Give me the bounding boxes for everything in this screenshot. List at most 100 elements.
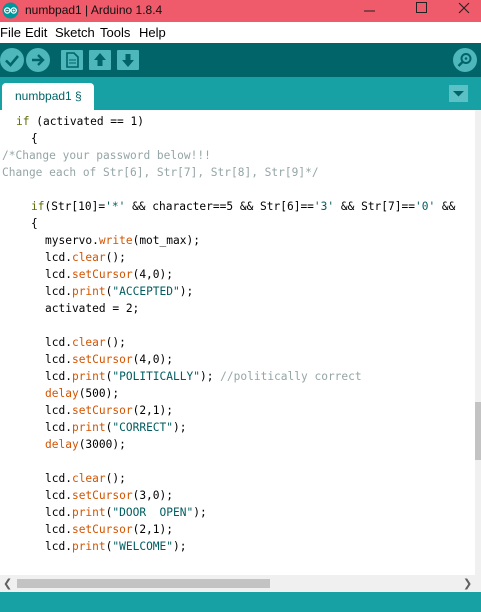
save-icon[interactable] [117,50,139,70]
upload-icon[interactable] [26,48,50,72]
tab-label: numbpad1 § [15,89,82,103]
code-token: (Str[10]= [44,200,106,213]
code-token: (3,0); [132,489,173,502]
code-token: '3' [313,200,335,213]
menu-sketch[interactable]: Sketch [55,25,95,40]
tab-menu-dropdown-icon[interactable] [449,85,468,102]
code-token: lcd. [45,268,72,281]
code-line: lcd.setCursor(2,1); [45,402,173,419]
code-token: myservo. [45,234,99,247]
code-token: "CORRECT" [112,421,174,434]
code-token: lcd. [45,421,72,434]
code-token: (); [105,251,126,264]
code-token: lcd. [45,523,72,536]
code-line: lcd.clear(); [45,249,126,266]
code-token: (mot_max); [132,234,200,247]
code-token: setCursor [71,523,133,536]
code-line: lcd.print("WELCOME"); [45,538,187,555]
code-token: ); [179,285,194,298]
code-token: delay [45,438,79,451]
code-token: "WELCOME" [112,540,174,553]
code-token: setCursor [71,489,133,502]
code-line: lcd.print("POLITICALLY"); //politically … [45,368,362,385]
menu-tools[interactable]: Tools [100,25,130,40]
code-token: ); [173,421,187,434]
verify-icon[interactable] [0,48,24,72]
code-token: lcd. [45,285,72,298]
scroll-left-icon[interactable]: ❮ [3,577,12,590]
code-token: lcd. [45,336,72,349]
code-token: (500); [78,387,120,400]
maximize-icon[interactable] [402,0,442,22]
menu-help[interactable]: Help [139,25,166,40]
code-token: lcd. [45,506,72,519]
code-token: && [435,200,456,213]
horizontal-scroll-thumb[interactable] [17,579,270,588]
code-token: lcd. [45,540,72,553]
code-token: print [71,540,106,553]
code-token: ); [199,370,221,383]
toolbar [0,43,481,77]
code-line: delay(500); [45,385,119,402]
code-editor[interactable]: if (activated == 1) {/*Change your passwo… [0,110,475,575]
code-token: && Str[7]== [334,200,415,213]
menu-edit[interactable]: Edit [25,25,47,40]
code-line: myservo.write(mot_max); [45,232,200,249]
vertical-scroll-thumb[interactable] [475,402,481,460]
scroll-right-icon[interactable]: ❯ [463,577,472,590]
code-token: print [71,370,106,383]
code-line: lcd.clear(); [45,334,126,351]
code-token: (3000); [78,438,126,451]
code-token: { [31,217,38,230]
code-token: clear [71,251,106,264]
code-token: /*Change your password below!!! [2,149,211,162]
arduino-logo-icon [2,2,19,19]
code-token: "POLITICALLY" [112,370,200,383]
new-icon[interactable] [61,50,83,70]
window-title: numbpad1 | Arduino 1.8.4 [25,3,163,17]
serial-monitor-icon[interactable] [453,48,477,72]
code-token: lcd. [45,370,72,383]
horizontal-scrollbar[interactable]: ❮ ❯ [0,575,481,592]
code-token: ); [193,506,207,519]
open-icon[interactable] [89,50,111,70]
vertical-scrollbar[interactable] [475,110,481,575]
tab-numbpad1[interactable]: numbpad1 § [2,83,94,110]
code-line: /*Change your password below!!! [2,147,211,164]
code-token: setCursor [71,353,133,366]
code-token: print [71,285,106,298]
code-line: lcd.clear(); [45,470,126,487]
code-token: print [71,421,106,434]
code-line: if(Str[10]='*' && character==5 && Str[6]… [31,198,455,215]
code-line: lcd.setCursor(3,0); [45,487,173,504]
tab-strip: numbpad1 § [0,77,481,110]
code-token: if [31,200,45,213]
code-token: '0' [414,200,436,213]
menu-file[interactable]: File [0,25,21,40]
code-token: lcd. [45,353,72,366]
minimize-icon[interactable] [350,0,390,22]
code-line: lcd.print("DOOR OPEN"); [45,504,207,521]
code-line: Change each of Str[6], Str[7], Str[8], S… [2,164,319,181]
close-icon[interactable] [445,0,481,22]
status-bar [0,592,481,612]
code-line: delay(3000); [45,436,126,453]
code-line: lcd.print("CORRECT"); [45,419,187,436]
code-line: lcd.setCursor(4,0); [45,351,173,368]
code-token: setCursor [71,268,133,281]
code-token: (); [105,336,126,349]
code-token: Change each of Str[6], Str[7], Str[8], S… [2,166,319,179]
code-token: print [71,506,106,519]
code-token: lcd. [45,472,72,485]
code-token: clear [71,336,106,349]
code-token: "DOOR OPEN" [112,506,194,519]
code-token: (2,1); [132,523,173,536]
code-token: write [98,234,133,247]
code-line: { [31,215,38,232]
code-token: (4,0); [132,268,173,281]
code-token: '*' [105,200,126,213]
menu-bar: File Edit Sketch Tools Help [0,22,481,43]
code-token: delay [45,387,79,400]
code-token: //politically correct [220,370,362,383]
code-token: "ACCEPTED" [112,285,180,298]
